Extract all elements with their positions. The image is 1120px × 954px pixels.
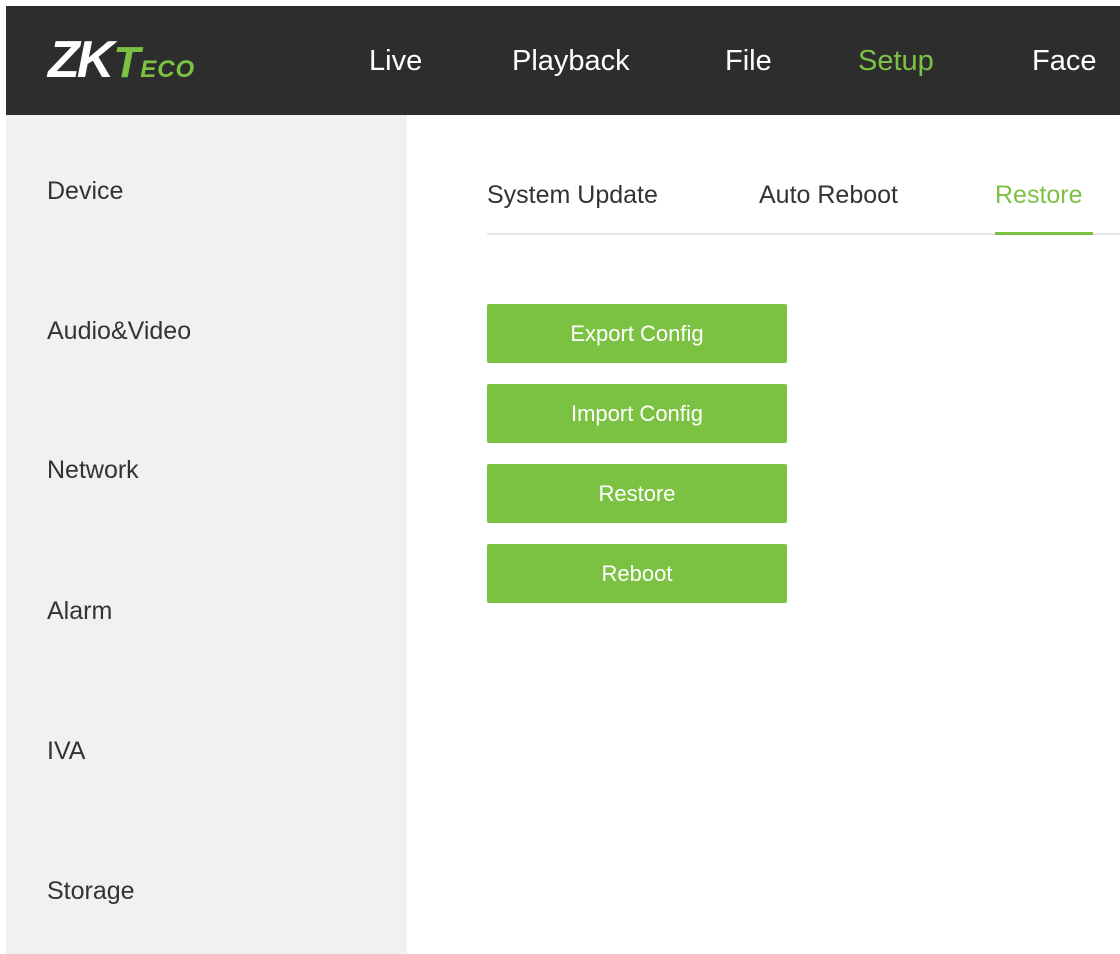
zkteco-logo: ZK T ECO xyxy=(48,32,195,88)
nav-file[interactable]: File xyxy=(725,44,772,78)
main-content: System Update Auto Reboot Restore Export… xyxy=(407,115,1120,954)
import-config-button[interactable]: Import Config xyxy=(487,384,787,443)
sidebar-item-audio-video[interactable]: Audio&Video xyxy=(47,316,191,346)
sidebar-item-alarm[interactable]: Alarm xyxy=(47,596,112,626)
logo-zk-text: ZK xyxy=(48,31,114,89)
tab-system-update[interactable]: System Update xyxy=(487,180,658,210)
sidebar-item-device[interactable]: Device xyxy=(47,176,123,206)
reboot-button[interactable]: Reboot xyxy=(487,544,787,603)
sidebar-item-network[interactable]: Network xyxy=(47,455,139,485)
export-config-button[interactable]: Export Config xyxy=(487,304,787,363)
nav-face[interactable]: Face xyxy=(1032,44,1096,78)
restore-button[interactable]: Restore xyxy=(487,464,787,523)
page: ZK T ECO Live Playback File Setup Face D… xyxy=(0,0,1120,954)
tab-restore[interactable]: Restore xyxy=(995,180,1083,210)
sidebar-item-storage[interactable]: Storage xyxy=(47,876,135,906)
tab-auto-reboot[interactable]: Auto Reboot xyxy=(759,180,898,210)
sidebar-item-iva[interactable]: IVA xyxy=(47,736,85,766)
nav-live[interactable]: Live xyxy=(369,44,422,78)
sidebar: Device Audio&Video Network Alarm IVA Sto… xyxy=(6,115,407,954)
logo-eco-text: ECO xyxy=(140,56,196,83)
active-tab-indicator xyxy=(995,232,1093,235)
top-navigation-bar: ZK T ECO Live Playback File Setup Face xyxy=(6,6,1120,115)
logo-t-text: T xyxy=(113,38,141,87)
nav-setup[interactable]: Setup xyxy=(858,44,934,78)
nav-playback[interactable]: Playback xyxy=(512,44,630,78)
